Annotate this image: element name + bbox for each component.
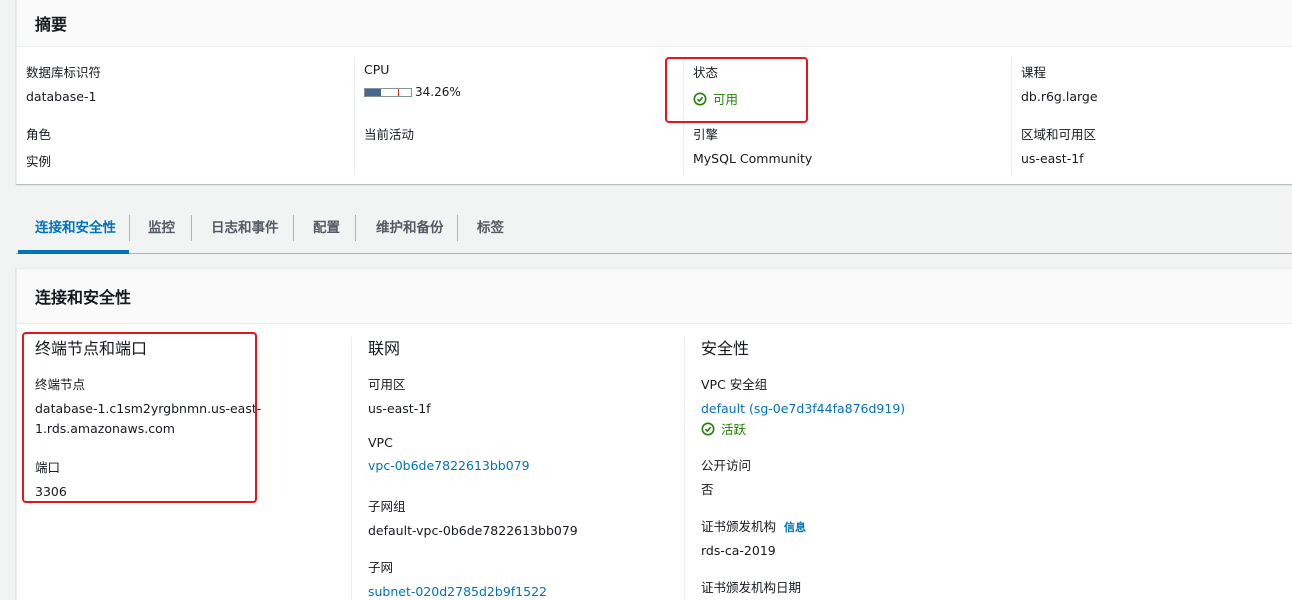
region-az-label: 区域和可用区 — [1021, 127, 1097, 142]
vpc-sg-link[interactable]: default (sg-0e7d3f44fa876d919) — [701, 399, 905, 419]
az-label: 可用区 — [368, 377, 406, 392]
tab-maintenance-backup[interactable]: 维护和备份 — [376, 208, 444, 254]
subnet-group-label: 子网组 — [368, 499, 406, 514]
ca-label: 证书颁发机构 — [701, 519, 777, 534]
endpoint-value: database-1.c1sm2yrgbnmn.us-east- 1.rds.a… — [35, 399, 261, 439]
vpc-security-group: VPC 安全组 default (sg-0e7d3f44fa876d919) 活… — [701, 374, 905, 438]
vpc-sg-status-text: 活跃 — [721, 422, 747, 437]
role: 角色 实例 — [26, 124, 51, 170]
vpc-label: VPC — [368, 435, 393, 450]
db-identifier: 数据库标识符 database-1 — [26, 62, 101, 104]
summary-grid: 数据库标识符 database-1 角色 实例 CPU 34.26% 当前活动 … — [17, 57, 1292, 177]
region-az: 区域和可用区 us-east-1f — [1021, 124, 1096, 166]
db-identifier-label: 数据库标识符 — [26, 65, 102, 80]
public-access-label: 公开访问 — [701, 458, 752, 473]
security-heading: 安全性 — [701, 339, 750, 358]
active-tab-indicator — [18, 250, 129, 254]
connectivity-panel: 连接和安全性 终端节点和端口 终端节点 database-1.c1sm2yrgb… — [16, 268, 1292, 600]
summary-col-1: 数据库标识符 database-1 角色 实例 — [17, 57, 354, 175]
az-value: us-east-1f — [368, 401, 431, 416]
cpu-label: CPU — [364, 62, 390, 77]
status-label: 状态 — [693, 65, 719, 80]
check-circle-icon — [701, 422, 715, 435]
tab-monitoring[interactable]: 监控 — [148, 208, 175, 254]
engine-label: 引擎 — [693, 127, 719, 142]
endpoint-port-heading: 终端节点和端口 — [35, 339, 148, 358]
cpu-value: 34.26% — [415, 85, 461, 99]
status: 状态 可用 — [693, 62, 738, 108]
subnet-group-value: default-vpc-0b6de7822613bb079 — [368, 523, 578, 538]
tab-bar: 连接和安全性 监控 日志和事件 配置 维护和备份 标签 — [16, 208, 1292, 254]
tab-connectivity-security[interactable]: 连接和安全性 — [35, 208, 116, 254]
ca-info-link[interactable]: 信息 — [784, 521, 806, 534]
status-value: 可用 — [693, 89, 738, 108]
security-section: 安全性 VPC 安全组 default (sg-0e7d3f44fa876d91… — [701, 335, 1001, 595]
tab-divider — [293, 215, 294, 241]
role-label: 角色 — [26, 127, 52, 142]
subnet-link[interactable]: subnet-020d2785d2b9f1522 — [368, 582, 547, 600]
summary-panel: 摘要 数据库标识符 database-1 角色 实例 CPU 34.26% 当前… — [16, 0, 1292, 184]
endpoint-value-line-1: database-1.c1sm2yrgbnmn.us-east- — [35, 401, 262, 416]
tab-divider — [191, 215, 192, 241]
subnet-label: 子网 — [368, 560, 394, 575]
public-access: 公开访问 否 — [701, 455, 751, 500]
tab-configuration[interactable]: 配置 — [313, 208, 340, 254]
current-activity-label: 当前活动 — [364, 127, 415, 142]
column-divider — [684, 337, 685, 600]
db-class-value: db.r6g.large — [1021, 89, 1098, 104]
subnet-group: 子网组 default-vpc-0b6de7822613bb079 — [368, 496, 578, 541]
vpc: VPC vpc-0b6de7822613bb079 — [368, 435, 530, 476]
db-class-label: 课程 — [1021, 65, 1047, 80]
db-class: 课程 db.r6g.large — [1021, 62, 1098, 104]
connectivity-header: 连接和安全性 — [17, 269, 1292, 324]
port-label: 端口 — [35, 460, 61, 475]
role-value: 实例 — [26, 154, 52, 169]
public-access-value: 否 — [701, 482, 714, 497]
vpc-sg-label: VPC 安全组 — [701, 377, 768, 392]
cpu: CPU 34.26% — [364, 62, 461, 99]
engine-value: MySQL Community — [693, 151, 813, 166]
endpoint-value-line-2: 1.rds.amazonaws.com — [35, 421, 175, 436]
port-value: 3306 — [35, 484, 67, 499]
engine: 引擎 MySQL Community — [693, 124, 812, 166]
current-activity: 当前活动 — [364, 124, 414, 143]
cpu-threshold-mark — [398, 88, 399, 96]
subnet: 子网 subnet-020d2785d2b9f1522 — [368, 557, 547, 600]
endpoint-label: 终端节点 — [35, 377, 86, 392]
vpc-sg-status: 活跃 — [701, 419, 905, 438]
tab-divider — [355, 215, 356, 241]
tab-tags[interactable]: 标签 — [477, 208, 504, 254]
networking-section: 联网 可用区 us-east-1f VPC vpc-0b6de7822613bb… — [368, 335, 668, 599]
ca-value: rds-ca-2019 — [701, 543, 776, 558]
tab-divider — [457, 215, 458, 241]
vpc-link[interactable]: vpc-0b6de7822613bb079 — [368, 456, 530, 476]
status-text: 可用 — [713, 92, 739, 107]
certificate-authority: 证书颁发机构 信息 rds-ca-2019 — [701, 516, 806, 561]
availability-zone: 可用区 us-east-1f — [368, 374, 431, 419]
cpu-progress-fill — [365, 88, 381, 96]
networking-heading: 联网 — [368, 339, 401, 358]
ca-label-row: 证书颁发机构 信息 — [701, 516, 806, 535]
summary-col-2: CPU 34.26% 当前活动 — [354, 57, 683, 175]
endpoint: 终端节点 database-1.c1sm2yrgbnmn.us-east- 1.… — [35, 374, 261, 439]
region-az-value: us-east-1f — [1021, 151, 1084, 166]
column-divider — [351, 337, 352, 600]
summary-col-4: 课程 db.r6g.large 区域和可用区 us-east-1f — [1011, 57, 1291, 175]
ca-date-label: 证书颁发机构日期 — [701, 580, 802, 595]
port: 端口 3306 — [35, 457, 67, 502]
summary-header: 摘要 — [17, 0, 1292, 47]
cpu-progress-bar — [364, 87, 412, 97]
connectivity-title: 连接和安全性 — [35, 288, 132, 307]
tab-logs-events[interactable]: 日志和事件 — [211, 208, 279, 254]
db-identifier-value: database-1 — [26, 89, 97, 104]
endpoint-port-section: 终端节点和端口 终端节点 database-1.c1sm2yrgbnmn.us-… — [35, 335, 335, 499]
summary-col-3: 状态 可用 引擎 MySQL Community — [683, 57, 1011, 175]
certificate-authority-date: 证书颁发机构日期 — [701, 577, 801, 596]
tab-divider — [129, 215, 130, 241]
cpu-meter: 34.26% — [364, 85, 461, 99]
check-circle-icon — [693, 92, 707, 105]
summary-title: 摘要 — [35, 14, 68, 34]
